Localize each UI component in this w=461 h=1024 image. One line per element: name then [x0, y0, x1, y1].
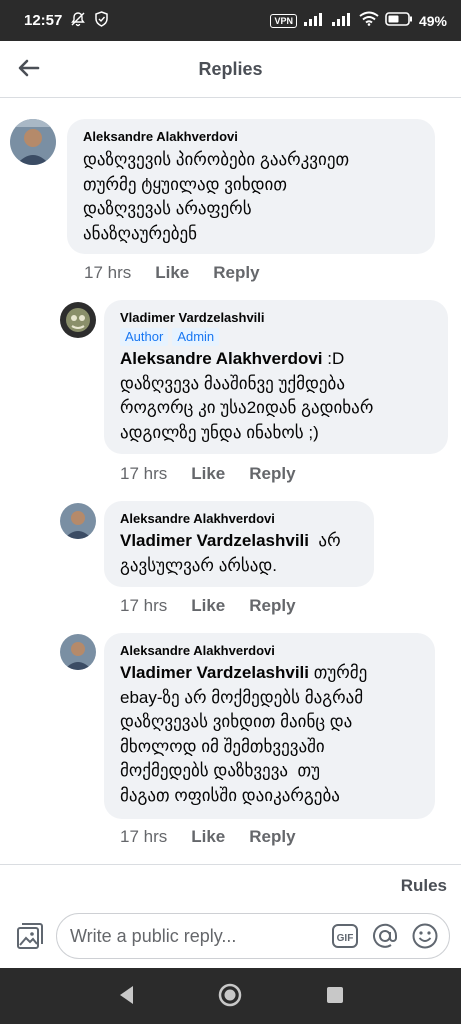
vpn-indicator: VPN — [270, 13, 297, 28]
reply-input-box[interactable]: GIF — [56, 913, 450, 959]
comment-text: დაზღვევის პირობები გაარკვიეთ თურმე ტყუილ… — [83, 148, 419, 246]
comment-line: დაზღვევას ვიხდით მაინც და — [120, 712, 353, 731]
comment-line: დაზღვევა მააშინვე უქმდება — [120, 373, 345, 393]
comment-author[interactable]: Aleksandre Alakhverdovi — [120, 511, 358, 527]
avatar[interactable] — [60, 634, 96, 670]
recents-square-icon[interactable] — [324, 982, 346, 1013]
comment-line: მაგათ ოფისში დაიკარგება — [120, 785, 340, 805]
mention-link[interactable]: Aleksandre Alakhverdovi — [120, 349, 323, 368]
system-navigation-bar — [0, 968, 461, 1024]
comment-timestamp: 17 hrs — [120, 827, 168, 846]
top-bar: Replies — [0, 41, 461, 98]
comment-line: ebay-ზე არ მოქმედებს მაგრამ — [120, 687, 364, 707]
emoji-icon[interactable] — [411, 922, 439, 955]
like-button[interactable]: Like — [191, 596, 225, 616]
avatar[interactable] — [60, 302, 96, 338]
reply-input[interactable] — [70, 925, 320, 947]
signal-icon-2 — [331, 12, 353, 30]
reply-composer: GIF — [0, 910, 461, 964]
page-title: Replies — [198, 58, 263, 79]
avatar[interactable] — [60, 503, 96, 539]
comment-line: დაზღვევის პირობები გაარკვიეთ — [83, 150, 350, 169]
comment-text: Vladimer Vardzelashvili არ გავსულვარ არს… — [120, 529, 358, 578]
gallery-icon[interactable] — [14, 922, 44, 952]
signal-icon — [303, 12, 325, 30]
rules-link[interactable]: Rules — [401, 876, 447, 896]
status-time: 12:57 — [24, 12, 63, 29]
comment-line: გავსულვარ არსად. — [120, 555, 277, 575]
comment-line: მოქმედებს დაზხვევა თუ — [120, 761, 320, 780]
avatar[interactable] — [10, 119, 56, 165]
home-circle-icon[interactable] — [217, 982, 243, 1013]
mention-link[interactable]: Vladimer Vardzelashvili — [120, 663, 309, 682]
status-bar: 12:57 VPN 49% — [0, 0, 461, 41]
comment-author[interactable]: Vladimer Vardzelashvili — [120, 310, 432, 326]
comment-line: თურმე — [308, 663, 368, 682]
reply-button[interactable]: Reply — [249, 827, 295, 847]
arrow-left-icon[interactable] — [16, 55, 42, 81]
divider — [0, 864, 461, 865]
comment-text: Vladimer Vardzelashvili თურმე ebay-ზე არ… — [120, 661, 419, 808]
reply-button[interactable]: Reply — [249, 464, 295, 484]
comment-line: ანაზღაურებენ — [83, 223, 198, 243]
comment-timestamp: 17 hrs — [120, 464, 168, 483]
mention-link[interactable]: Vladimer Vardzelashvili — [120, 531, 309, 550]
comment-line: :D — [322, 349, 345, 368]
reply-button[interactable]: Reply — [213, 263, 259, 283]
comment-actions: 17 hrs Like Reply — [120, 464, 320, 484]
comment-actions: 17 hrs Like Reply — [84, 263, 284, 283]
mute-notifications-icon — [70, 11, 86, 31]
comment-bubble: Aleksandre Alakhverdovi დაზღვევის პირობე… — [67, 119, 435, 254]
author-badge: Author — [120, 328, 169, 346]
like-button[interactable]: Like — [155, 263, 189, 283]
comment-actions: 17 hrs Like Reply — [120, 596, 320, 616]
like-button[interactable]: Like — [191, 827, 225, 847]
shield-icon — [94, 10, 109, 31]
comment-timestamp: 17 hrs — [120, 596, 168, 615]
comment-bubble: Aleksandre Alakhverdovi Vladimer Vardzel… — [104, 501, 374, 587]
comment-line: არ — [308, 531, 341, 550]
comment-line: მხოლოდ იმ შემთხვევაში — [120, 736, 325, 756]
comment-bubble: Vladimer Vardzelashvili Author Admin Ale… — [104, 300, 448, 454]
gif-icon[interactable]: GIF — [331, 922, 359, 955]
comment-line: დაზღვევას არაფერს — [83, 199, 252, 218]
comment-actions: 17 hrs Like Reply — [120, 827, 320, 847]
svg-text:GIF: GIF — [337, 933, 354, 944]
comment-timestamp: 17 hrs — [84, 263, 132, 282]
back-triangle-icon[interactable] — [115, 982, 137, 1013]
like-button[interactable]: Like — [191, 464, 225, 484]
author-badges: Author Admin — [120, 328, 432, 346]
comment-line: თურმე ტყუილად ვიხდით — [83, 174, 287, 194]
at-icon[interactable] — [371, 922, 399, 955]
reply-button[interactable]: Reply — [249, 596, 295, 616]
battery-percentage: 49% — [418, 12, 447, 29]
comment-text: Aleksandre Alakhverdovi :D დაზღვევა მააშ… — [120, 347, 432, 445]
comment-line: ადგილზე უნდა ინახოს ;) — [120, 422, 319, 442]
comment-line: როგორც კი უსა2იდან გადიხარ — [120, 398, 374, 417]
comment-author[interactable]: Aleksandre Alakhverdovi — [120, 643, 419, 659]
comment-author[interactable]: Aleksandre Alakhverdovi — [83, 129, 419, 145]
battery-icon — [385, 11, 413, 30]
wifi-icon — [359, 11, 379, 30]
comment-bubble: Aleksandre Alakhverdovi Vladimer Vardzel… — [104, 633, 435, 819]
admin-badge: Admin — [172, 328, 220, 346]
